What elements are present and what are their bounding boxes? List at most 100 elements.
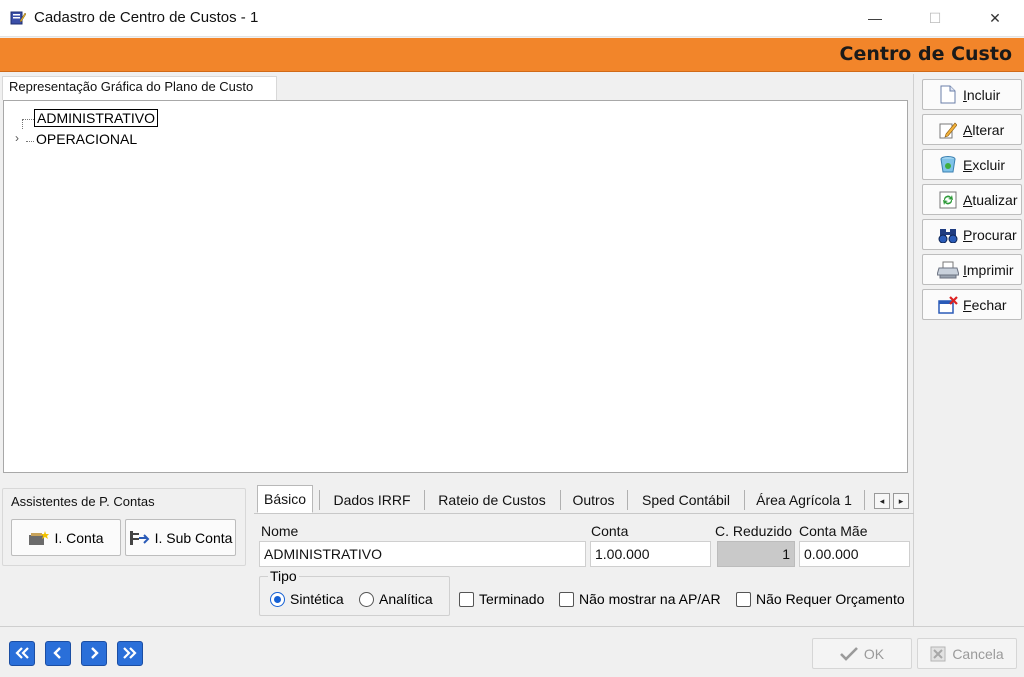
- chevron-right-icon: [88, 646, 100, 662]
- cancel-x-icon: [930, 646, 946, 662]
- add-account-icon: [28, 529, 50, 547]
- minimize-icon: —: [868, 10, 882, 26]
- codigo-reduzido-label: C. Reduzido: [715, 523, 793, 539]
- tab-label: Básico: [263, 491, 307, 507]
- excluir-label: Excluir: [963, 156, 1006, 173]
- excluir-button[interactable]: Excluir: [922, 149, 1022, 180]
- cancela-label: Cancela: [952, 645, 1004, 662]
- radio-sintetica[interactable]: Sintética: [270, 591, 344, 607]
- minimize-button[interactable]: —: [852, 0, 898, 36]
- tab-dados-irrf[interactable]: Dados IRRF: [326, 486, 418, 514]
- binoculars-icon: [937, 225, 959, 245]
- nome-label: Nome: [261, 523, 299, 539]
- tree-node-label: ADMINISTRATIVO: [34, 109, 158, 127]
- refresh-icon: [937, 190, 959, 210]
- conta-mae-label: Conta Mãe: [799, 523, 868, 539]
- terminado-checkbox[interactable]: Terminado: [459, 591, 544, 607]
- imprimir-button[interactable]: Imprimir: [922, 254, 1022, 285]
- conta-mae-input[interactable]: [799, 541, 910, 567]
- first-record-button[interactable]: [9, 641, 35, 666]
- nao-mostrar-ap-ar-label: Não mostrar na AP/AR: [579, 591, 721, 607]
- i-conta-button[interactable]: I. Conta: [11, 519, 121, 556]
- printer-icon: [937, 260, 959, 280]
- i-sub-conta-button[interactable]: I. Sub Conta: [125, 519, 236, 556]
- expand-chevron-icon[interactable]: ›: [15, 131, 19, 145]
- procurar-label: Procurar: [963, 226, 1017, 243]
- incluir-button[interactable]: Incluir: [922, 79, 1022, 110]
- tree-connector-line: [22, 119, 34, 120]
- tab-separator: [424, 490, 425, 510]
- codigo-reduzido-field: [717, 541, 795, 567]
- tab-separator: [627, 490, 628, 510]
- close-icon: ✕: [989, 9, 1001, 26]
- chevron-left-icon: [52, 646, 64, 662]
- tree-node-label: OPERACIONAL: [36, 131, 138, 147]
- tipo-label: Tipo: [268, 568, 299, 584]
- procurar-button[interactable]: Procurar: [922, 219, 1022, 250]
- radio-selected-indicator: [270, 591, 285, 607]
- tipo-radio-group: Tipo Sintética Analítica: [259, 568, 450, 616]
- cancela-button[interactable]: Cancela: [917, 638, 1017, 669]
- tab-label: Dados IRRF: [333, 492, 411, 508]
- tree-tab[interactable]: Representação Gráfica do Plano de Custo: [2, 76, 277, 100]
- assistants-group: Assistentes de P. Contas I. Conta I. Sub…: [2, 488, 246, 566]
- fechar-button[interactable]: Fechar: [922, 289, 1022, 320]
- tab-scroll-right-icon[interactable]: ▸: [893, 493, 909, 509]
- checkbox-box: [559, 591, 574, 607]
- next-record-button[interactable]: [81, 641, 107, 666]
- i-sub-conta-label: I. Sub Conta: [154, 529, 233, 546]
- checkmark-icon: [839, 646, 858, 661]
- assistants-title: Assistentes de P. Contas: [11, 494, 155, 509]
- nao-requer-orcamento-label: Não Requer Orçamento: [756, 591, 905, 607]
- terminado-label: Terminado: [479, 591, 545, 607]
- window-title: Cadastro de Centro de Custos - 1: [34, 9, 259, 26]
- maximize-icon: ☐: [928, 9, 942, 26]
- tab-label: Outros: [572, 492, 615, 508]
- conta-input[interactable]: [590, 541, 711, 567]
- radio-analitica-label: Analítica: [379, 591, 433, 607]
- cost-center-tree[interactable]: ADMINISTRATIVO › OPERACIONAL: [3, 100, 908, 473]
- tab-separator: [744, 490, 745, 510]
- tab-outros[interactable]: Outros: [567, 486, 620, 514]
- atualizar-button[interactable]: Atualizar: [922, 184, 1022, 215]
- ok-button[interactable]: OK: [812, 638, 912, 669]
- ok-label: OK: [863, 645, 885, 662]
- previous-record-button[interactable]: [45, 641, 71, 666]
- tree-connector-line: [26, 141, 34, 142]
- last-record-icon: [122, 646, 138, 662]
- tab-separator: [864, 490, 865, 510]
- alterar-button[interactable]: Alterar: [922, 114, 1022, 145]
- conta-label: Conta: [591, 523, 629, 539]
- nome-input[interactable]: [259, 541, 586, 567]
- nao-mostrar-ap-ar-checkbox[interactable]: Não mostrar na AP/AR: [559, 591, 721, 607]
- recycle-bin-icon: [937, 155, 959, 175]
- app-form-icon: [10, 10, 27, 26]
- tab-rateio-de-custos[interactable]: Rateio de Custos: [432, 486, 552, 514]
- bottom-navigation-bar: OK Cancela: [0, 626, 1024, 677]
- tab-sped-contabil[interactable]: Sped Contábil: [635, 486, 737, 514]
- imprimir-label: Imprimir: [963, 261, 1014, 278]
- tree-connector-line: [22, 119, 23, 129]
- radio-analitica[interactable]: Analítica: [359, 591, 433, 607]
- detail-tabs: Básico Dados IRRF Rateio de Custos Outro…: [254, 484, 914, 514]
- tab-area-agricola-1[interactable]: Área Agrícola 1: [751, 486, 857, 514]
- radio-indicator: [359, 591, 374, 607]
- last-record-button[interactable]: [117, 641, 143, 666]
- close-window-icon: [937, 295, 959, 315]
- fechar-label: Fechar: [963, 296, 1007, 313]
- nao-requer-orcamento-checkbox[interactable]: Não Requer Orçamento: [736, 591, 905, 607]
- tab-label: Sped Contábil: [642, 492, 730, 508]
- first-record-icon: [14, 646, 30, 662]
- title-bar: Cadastro de Centro de Custos - 1 — ☐ ✕: [0, 0, 1024, 37]
- tab-separator: [319, 490, 320, 510]
- maximize-button[interactable]: ☐: [912, 0, 958, 36]
- close-button[interactable]: ✕: [972, 0, 1018, 36]
- tab-label: Rateio de Custos: [438, 492, 546, 508]
- tab-basico[interactable]: Básico: [257, 485, 313, 513]
- checkbox-box: [736, 591, 751, 607]
- alterar-label: Alterar: [963, 121, 1005, 138]
- radio-sintetica-label: Sintética: [290, 591, 344, 607]
- tab-scroll-left-icon[interactable]: ◂: [874, 493, 890, 509]
- sub-account-arrow-icon: [129, 529, 151, 547]
- tab-separator: [560, 490, 561, 510]
